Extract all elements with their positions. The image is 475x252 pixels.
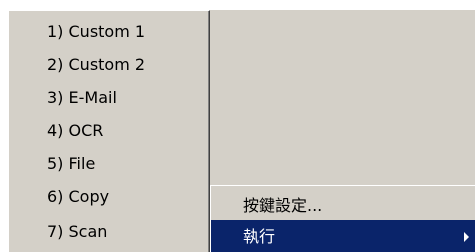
menu-item-label: 按鍵設定... [243, 196, 323, 215]
submenu-item-ocr[interactable]: 4) OCR [9, 114, 209, 148]
submenu-item-label: 1) Custom 1 [47, 22, 146, 41]
submenu-item-label: 5) File [47, 154, 96, 173]
submenu-item-label: 3) E-Mail [47, 88, 117, 107]
menu-item-execute[interactable]: 執行 [211, 220, 475, 252]
submenu-item-label: 4) OCR [47, 121, 104, 140]
submenu-item-label: 6) Copy [47, 187, 110, 206]
submenu-item-label: 2) Custom 2 [47, 55, 146, 74]
context-menu: 按鍵設定... 執行 [210, 185, 475, 252]
menu-item-button-settings[interactable]: 按鍵設定... [211, 189, 475, 222]
submenu-item-scan[interactable]: 7) Scan [9, 215, 209, 249]
submenu-item-file[interactable]: 5) File [9, 147, 209, 181]
scan-target-submenu: 1) Custom 1 2) Custom 2 3) E-Mail 4) OCR… [8, 10, 210, 252]
submenu-item-label: 7) Scan [47, 222, 108, 241]
submenu-item-copy[interactable]: 6) Copy [9, 180, 209, 214]
chevron-right-icon [464, 232, 469, 242]
menu-item-label: 執行 [243, 227, 276, 246]
screen: 1) Custom 1 2) Custom 2 3) E-Mail 4) OCR… [0, 0, 475, 252]
submenu-item-custom-1[interactable]: 1) Custom 1 [9, 15, 209, 49]
submenu-item-custom-2[interactable]: 2) Custom 2 [9, 48, 209, 82]
submenu-item-email[interactable]: 3) E-Mail [9, 81, 209, 115]
